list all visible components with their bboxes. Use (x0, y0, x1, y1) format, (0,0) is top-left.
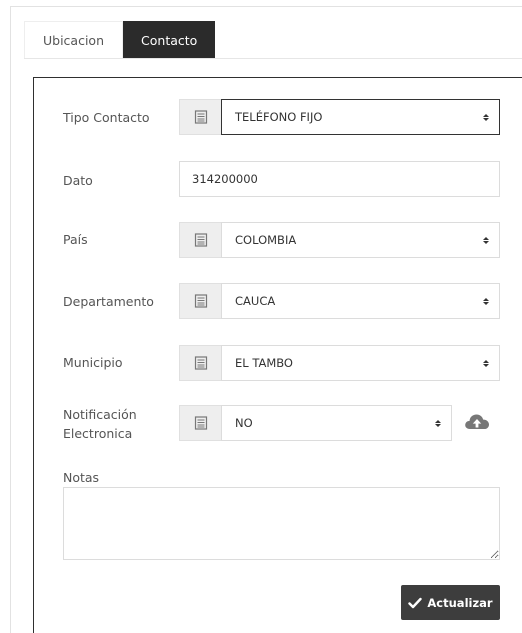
dato-input[interactable] (179, 161, 500, 197)
tab-bar: Ubicacion Contacto (24, 21, 216, 59)
departamento-value: CAUCA (235, 294, 276, 308)
pais-label: País (63, 232, 88, 247)
municipio-value: EL TAMBO (235, 356, 293, 370)
departamento-select[interactable]: CAUCA (221, 283, 500, 319)
list-icon (179, 99, 222, 135)
tab-contacto[interactable]: Contacto (123, 21, 216, 59)
notificacion-value: NO (235, 416, 253, 430)
select-caret-icon (483, 113, 489, 121)
select-caret-icon (435, 419, 441, 427)
pais-value: COLOMBIA (235, 233, 297, 247)
select-caret-icon (483, 236, 489, 244)
notas-label: Notas (63, 470, 100, 485)
check-icon (408, 597, 423, 608)
list-icon (179, 405, 222, 441)
departamento-label: Departamento (63, 294, 154, 309)
list-icon (179, 222, 222, 258)
select-caret-icon (483, 297, 489, 305)
list-icon (179, 283, 222, 319)
tab-ubicacion[interactable]: Ubicacion (24, 21, 124, 59)
notas-textarea[interactable] (63, 487, 500, 560)
actualizar-label: Actualizar (427, 595, 493, 610)
municipio-select[interactable]: EL TAMBO (221, 345, 500, 381)
cloud-upload-icon[interactable] (463, 410, 491, 434)
notificacion-label-line2: Electronica (63, 426, 133, 441)
tipo-contacto-select[interactable]: TELÉFONO FIJO (221, 99, 500, 135)
tipo-contacto-value: TELÉFONO FIJO (235, 110, 323, 124)
notificacion-select[interactable]: NO (221, 405, 452, 441)
tipo-contacto-label: Tipo Contacto (63, 110, 150, 125)
pais-select[interactable]: COLOMBIA (221, 222, 500, 258)
tab-divider (24, 58, 522, 59)
list-icon (179, 345, 222, 381)
select-caret-icon (483, 359, 489, 367)
notificacion-label-line1: Notificación (63, 407, 137, 422)
dato-label: Dato (63, 173, 93, 188)
municipio-label: Municipio (63, 355, 123, 370)
actualizar-button[interactable]: Actualizar (401, 585, 500, 620)
